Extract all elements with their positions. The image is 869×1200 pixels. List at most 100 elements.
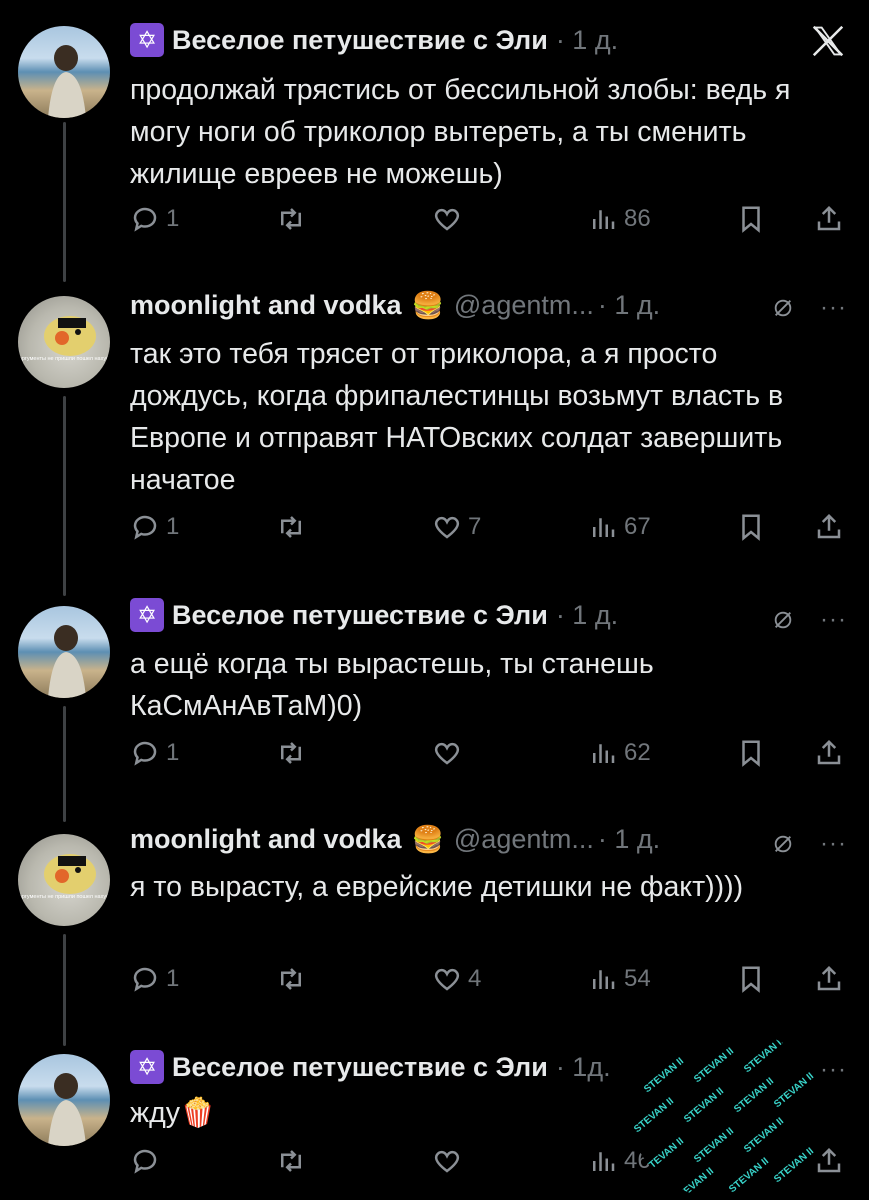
like-button[interactable]: 4 bbox=[432, 964, 481, 994]
views-icon bbox=[593, 744, 615, 763]
watermark-text: STEVAN II bbox=[642, 1055, 687, 1096]
display-name[interactable]: Веселое петушествие с Эли bbox=[172, 25, 548, 56]
avatar[interactable] bbox=[18, 1054, 110, 1146]
burger-emoji: 🍔 bbox=[411, 290, 444, 320]
reply-icon bbox=[133, 515, 157, 540]
bookmark-icon bbox=[742, 514, 760, 541]
action-bar: 1 62 bbox=[130, 738, 850, 778]
views-icon bbox=[593, 970, 615, 989]
reply-count: 1 bbox=[166, 739, 180, 766]
handle[interactable]: @agentm... bbox=[454, 824, 594, 855]
share-icon bbox=[817, 513, 841, 539]
watermark-text: STEVAN II bbox=[742, 1035, 787, 1076]
share-icon bbox=[817, 739, 841, 765]
timestamp[interactable]: · 1 д. bbox=[598, 290, 660, 321]
share-button[interactable] bbox=[814, 512, 844, 542]
display-name[interactable]: moonlight and vodka bbox=[130, 290, 402, 321]
x-logo-icon[interactable] bbox=[809, 22, 847, 60]
action-bar: 1 86 bbox=[130, 204, 850, 244]
avatar-caption: аргументы не пришли пошел нахуй bbox=[19, 893, 109, 900]
bookmark-button[interactable] bbox=[736, 964, 766, 994]
avatar[interactable]: аргументы не пришли пошел нахуй bbox=[18, 296, 110, 388]
retweet-button[interactable] bbox=[276, 738, 312, 768]
action-bar: 1 4 54 bbox=[130, 964, 850, 1004]
watermark-text: STEVAN II bbox=[772, 1070, 817, 1111]
views-button[interactable]: 62 bbox=[588, 738, 651, 768]
action-bar: 1 7 67 bbox=[130, 512, 850, 552]
views-button[interactable]: 86 bbox=[588, 204, 651, 234]
grok-icon[interactable] bbox=[772, 609, 794, 631]
share-button[interactable] bbox=[814, 738, 844, 768]
tweet-header: moonlight and vodka 🍔 @agentm... · 1 д. bbox=[130, 290, 660, 321]
reply-icon bbox=[133, 967, 157, 992]
views-button[interactable]: 54 bbox=[588, 964, 651, 994]
views-count: 86 bbox=[624, 205, 651, 232]
bookmark-button[interactable] bbox=[736, 512, 766, 542]
views-icon bbox=[593, 210, 615, 229]
bookmark-button[interactable] bbox=[736, 204, 766, 234]
views-count: 62 bbox=[624, 739, 651, 766]
handle[interactable]: @agentm... bbox=[454, 290, 594, 321]
more-options-button[interactable]: ··· bbox=[820, 830, 847, 858]
retweet-button[interactable] bbox=[276, 1146, 312, 1176]
tweet-text: продолжай трястись от бессильной злобы: … bbox=[130, 74, 791, 190]
display-name[interactable]: moonlight and vodka bbox=[130, 824, 402, 855]
thread-line bbox=[63, 934, 66, 1046]
grok-icon[interactable] bbox=[772, 833, 794, 855]
reply-button[interactable]: 1 bbox=[130, 964, 179, 994]
avatar-bird-icon: аргументы не пришли пошел нахуй bbox=[19, 854, 109, 900]
grok-icon[interactable] bbox=[772, 297, 794, 319]
watermark-text: STEVAN II bbox=[742, 1115, 787, 1156]
watermark-badge: STEVAN II STEVAN II STEVAN II STEVAN II … bbox=[630, 1030, 830, 1200]
retweet-button[interactable] bbox=[276, 964, 312, 994]
tweet-header: ✡ Веселое петушествие с Эли · 1д. bbox=[130, 1050, 611, 1084]
watermark-text: STEVAN II bbox=[632, 1095, 677, 1136]
avatar[interactable]: аргументы не пришли пошел нахуй bbox=[18, 834, 110, 926]
views-button[interactable]: 67 bbox=[588, 512, 651, 542]
timestamp[interactable]: · 1д. bbox=[556, 1052, 611, 1083]
share-button[interactable] bbox=[814, 964, 844, 994]
reply-button[interactable]: 1 bbox=[130, 738, 179, 768]
timestamp[interactable]: · 1 д. bbox=[556, 25, 618, 56]
watermark-text: STEVAN II bbox=[692, 1125, 737, 1166]
retweet-icon bbox=[281, 208, 301, 230]
avatar[interactable] bbox=[18, 26, 110, 118]
timestamp[interactable]: · 1 д. bbox=[556, 600, 618, 631]
more-options-button[interactable]: ··· bbox=[820, 606, 847, 634]
like-button[interactable] bbox=[432, 1146, 468, 1176]
bookmark-icon bbox=[742, 740, 760, 767]
avatar[interactable] bbox=[18, 606, 110, 698]
display-name[interactable]: Веселое петушествие с Эли bbox=[172, 1052, 548, 1083]
reply-button[interactable]: 1 bbox=[130, 204, 179, 234]
reply-count: 1 bbox=[166, 513, 180, 540]
burger-emoji: 🍔 bbox=[411, 824, 444, 854]
watermark-text: STEVAN II bbox=[682, 1085, 727, 1126]
bookmark-button[interactable] bbox=[736, 738, 766, 768]
views-count: 67 bbox=[624, 513, 651, 540]
avatar-caption: аргументы не пришли пошел нахуй bbox=[19, 355, 109, 362]
reply-button[interactable]: 1 bbox=[130, 512, 179, 542]
more-options-button[interactable]: ··· bbox=[820, 1056, 847, 1084]
thread-line bbox=[63, 122, 66, 282]
timestamp[interactable]: · 1 д. bbox=[598, 824, 660, 855]
display-name[interactable]: Веселое петушествие с Эли bbox=[172, 600, 548, 631]
retweet-button[interactable] bbox=[276, 512, 312, 542]
avatar-figure-icon bbox=[48, 625, 86, 698]
like-button[interactable] bbox=[432, 204, 468, 234]
like-button[interactable]: 7 bbox=[432, 512, 481, 542]
reply-button[interactable] bbox=[130, 1146, 166, 1176]
retweet-button[interactable] bbox=[276, 204, 312, 234]
views-count: 54 bbox=[624, 965, 651, 992]
more-options-button[interactable]: ··· bbox=[820, 294, 847, 322]
reply-icon bbox=[133, 1149, 157, 1174]
retweet-icon bbox=[281, 968, 301, 990]
reply-icon bbox=[133, 207, 157, 232]
heart-icon bbox=[434, 208, 460, 231]
views-icon bbox=[593, 1152, 615, 1171]
watermark-text: STEVAN II bbox=[642, 1135, 687, 1176]
tweet-header: ✡ Веселое петушествие с Эли · 1 д. bbox=[130, 598, 618, 632]
like-button[interactable] bbox=[432, 738, 468, 768]
share-button[interactable] bbox=[814, 204, 844, 234]
bookmark-icon bbox=[742, 206, 760, 233]
star-of-david-icon: ✡ bbox=[130, 598, 164, 632]
